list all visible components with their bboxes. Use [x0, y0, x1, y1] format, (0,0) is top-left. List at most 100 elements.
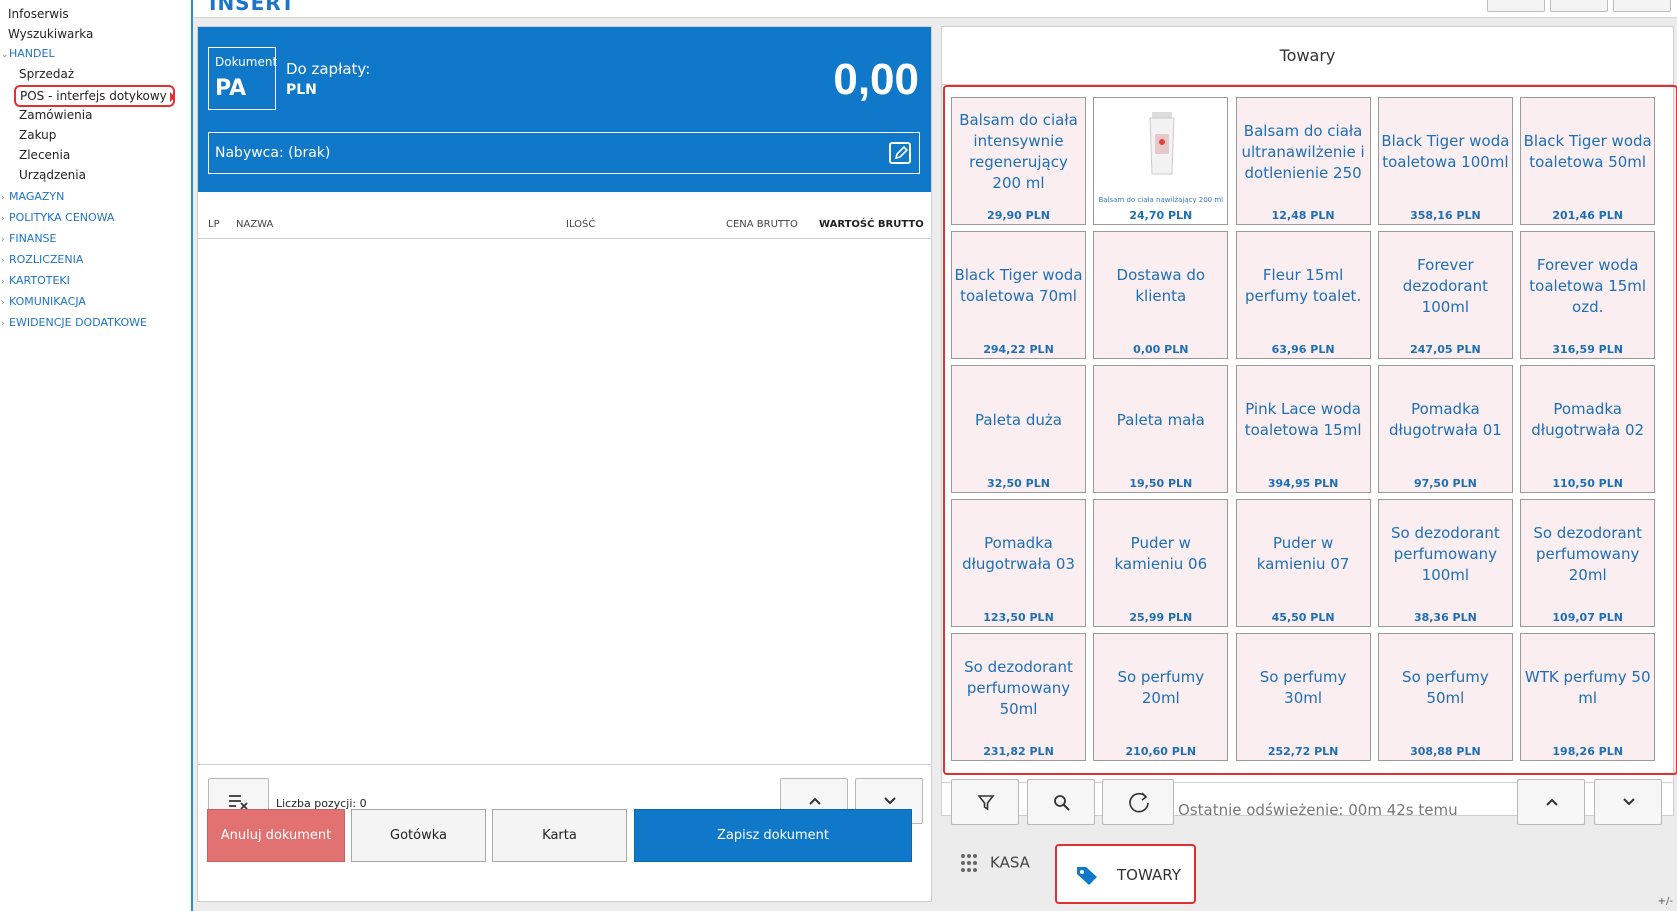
product-name: Black Tiger woda toaletowa 50ml [1523, 132, 1652, 171]
product-tile[interactable]: So perfumy 20ml 210,60 PLN [1093, 633, 1229, 761]
filter-button[interactable] [951, 779, 1019, 825]
product-tile[interactable]: Black Tiger woda toaletowa 70ml 294,22 PL… [951, 231, 1086, 359]
sidebar-category-ewidencje-dodatkowe[interactable]: › EWIDENCJE DODATKOWE [1, 315, 147, 332]
column-price: CENA BRUTTO [726, 219, 798, 230]
product-tile[interactable]: Black Tiger woda toaletowa 100ml 358,16 P… [1377, 97, 1513, 225]
sidebar-category-rozliczenia[interactable]: › ROZLICZENIA [1, 252, 83, 269]
cancel-document-button[interactable]: Anuluj dokument [207, 809, 345, 862]
product-price: 198,26 PLN [1552, 745, 1623, 758]
sidebar-item-zlecenia[interactable]: Zlecenia [19, 147, 70, 163]
sidebar-category-handel[interactable]: ⌄HANDEL [1, 46, 55, 63]
product-price: 110,50 PLN [1552, 477, 1623, 490]
product-tile[interactable]: Pomadka długotrwała 01 97,50 PLN [1377, 365, 1513, 493]
product-tile[interactable]: Puder w kamieniu 06 25,99 PLN [1093, 499, 1229, 627]
tab-towary[interactable]: TOWARY [1055, 844, 1196, 904]
column-value: WARTOŚĆ BRUTTO [819, 219, 924, 230]
product-tile[interactable]: So perfumy 50ml 308,88 PLN [1377, 633, 1513, 761]
products-scroll-up-button[interactable] [1517, 779, 1585, 825]
sidebar-category-label: ROZLICZENIA [9, 253, 84, 266]
top-button-3[interactable] [1613, 0, 1671, 12]
product-tile[interactable]: So perfumy 30ml 252,72 PLN [1235, 633, 1371, 761]
chevron-right-icon: › [1, 256, 5, 266]
products-scroll-down-button[interactable] [1594, 779, 1662, 825]
product-tile[interactable]: Forever dezodorant 100ml 247,05 PLN [1377, 231, 1513, 359]
product-tile[interactable]: Paleta duża 32,50 PLN [951, 365, 1086, 493]
divider [198, 764, 931, 765]
product-name: So dezodorant perfumowany 50ml [964, 657, 1073, 718]
search-button[interactable] [1027, 779, 1095, 825]
product-price: 252,72 PLN [1267, 745, 1339, 758]
product-name: So dezodorant perfumowany 20ml [1533, 523, 1643, 584]
save-document-button[interactable]: Zapisz dokument [634, 809, 912, 862]
product-tile[interactable]: Forever woda toaletowa 15ml ozd. 316,59 P… [1520, 231, 1656, 359]
products-title: Towary [942, 27, 1673, 85]
product-tile[interactable]: So dezodorant perfumowany 100ml 38,36 PLN [1377, 499, 1513, 627]
top-button-2[interactable] [1550, 0, 1608, 12]
buyer-field[interactable]: Nabywca: (brak) [208, 132, 920, 174]
chevron-up-icon [809, 797, 821, 805]
document-header: Dokument PA Do zapłaty: PLN 0,00 Nabywca… [198, 27, 931, 192]
product-tile[interactable]: So dezodorant perfumowany 20ml 109,07 PLN [1520, 499, 1656, 627]
sidebar-item-zakup[interactable]: Zakup [19, 127, 56, 143]
sidebar-item-zamowienia[interactable]: Zamówienia [19, 107, 92, 123]
column-lp: LP [208, 219, 220, 230]
chevron-up-icon [1546, 798, 1558, 806]
document-panel: Dokument PA Do zapłaty: PLN 0,00 Nabywca… [197, 26, 932, 902]
product-tile[interactable]: Dostawa do klienta 0,00 PLN [1093, 231, 1229, 359]
cash-button[interactable]: Gotówka [351, 809, 486, 862]
sidebar-category-magazyn[interactable]: › MAGAZYN [1, 189, 64, 206]
product-price: 210,60 PLN [1125, 745, 1197, 758]
product-tile[interactable]: Pomadka długotrwała 03 123,50 PLN [951, 499, 1086, 627]
product-tile[interactable]: WTK perfumy 50 ml 198,26 PLN [1520, 633, 1656, 761]
refresh-button[interactable] [1102, 779, 1174, 825]
sidebar-item-infoserwis[interactable]: Infoserwis [8, 6, 69, 22]
tag-icon [1077, 867, 1097, 885]
sidebar-category-polityka-cenowa[interactable]: › POLITYKA CENOWA [1, 210, 114, 227]
product-tile[interactable]: Balsam do ciała ultranawilżenie i dotlen… [1235, 97, 1371, 225]
sidebar-item-pos[interactable]: POS - interfejs dotykowy [14, 85, 175, 107]
product-tile[interactable]: Pink Lace woda toaletowa 15ml 394,95 PLN [1235, 365, 1371, 493]
product-tile[interactable]: Pomadka długotrwała 02 110,50 PLN [1520, 365, 1656, 493]
product-price: 19,50 PLN [1129, 477, 1193, 490]
filter-icon [977, 795, 995, 811]
product-tile[interactable]: So dezodorant perfumowany 50ml 231,82 PLN [951, 633, 1086, 761]
sidebar-category-label: EWIDENCJE DODATKOWE [9, 316, 147, 329]
product-tile[interactable]: Puder w kamieniu 07 45,50 PLN [1235, 499, 1371, 627]
product-tile[interactable]: Paleta mała 19,50 PLN [1093, 365, 1229, 493]
sidebar-category-finanse[interactable]: › FINANSE [1, 231, 57, 248]
chevron-right-icon: › [1, 298, 5, 308]
product-tile[interactable]: Black Tiger woda toaletowa 50ml 201,46 PL… [1520, 97, 1656, 225]
chevron-down-icon [1623, 798, 1635, 806]
card-button[interactable]: Karta [492, 809, 627, 862]
product-price: 24,70 PLN [1129, 209, 1193, 222]
pay-currency: PLN [286, 82, 317, 98]
search-icon [1054, 795, 1070, 811]
sidebar: Infoserwis Wyszukiwarka ⌄HANDEL Sprzedaż… [0, 0, 193, 911]
product-name: Balsam do ciała ultranawilżenie i dotlen… [1241, 121, 1365, 182]
sidebar-item-sprzedaz[interactable]: Sprzedaż [19, 66, 74, 82]
product-name: Black Tiger woda toaletowa 100ml [1381, 132, 1510, 171]
chevron-down-icon [884, 797, 896, 805]
sidebar-item-urzadzenia[interactable]: Urządzenia [19, 167, 86, 183]
column-qty: ILOŚĆ [566, 219, 596, 230]
pay-amount: 0,00 [833, 55, 919, 104]
tab-towary-label: TOWARY [1117, 866, 1181, 884]
product-tile[interactable]: Balsam do ciała nawilżający 200 ml 24,70 … [1093, 97, 1229, 225]
product-name: Paleta mała [1116, 410, 1205, 429]
product-tile[interactable]: Balsam do ciała intensywnie regenerujący… [951, 97, 1086, 225]
product-price: 12,48 PLN [1271, 209, 1335, 222]
top-bar: INSERT [193, 0, 1677, 18]
product-name: Pink Lace woda toaletowa 15ml [1244, 400, 1362, 439]
product-name: Puder w kamieniu 06 [1114, 534, 1208, 573]
product-name: Black Tiger woda toaletowa 70ml [954, 266, 1083, 305]
top-button-1[interactable] [1487, 0, 1545, 12]
product-tile[interactable]: Fleur 15ml perfumy toalet. 63,96 PLN [1235, 231, 1371, 359]
tab-kasa[interactable]: KASA [960, 853, 1030, 873]
edit-icon[interactable] [889, 142, 911, 164]
document-type-badge[interactable]: Dokument PA [208, 47, 277, 110]
sidebar-item-wyszukiwarka[interactable]: Wyszukiwarka [8, 26, 93, 42]
tab-kasa-label: KASA [990, 853, 1030, 872]
sidebar-category-komunikacja[interactable]: › KOMUNIKACJA [1, 294, 86, 311]
sidebar-category-kartoteki[interactable]: › KARTOTEKI [1, 273, 70, 290]
chevron-right-icon: › [1, 235, 5, 245]
